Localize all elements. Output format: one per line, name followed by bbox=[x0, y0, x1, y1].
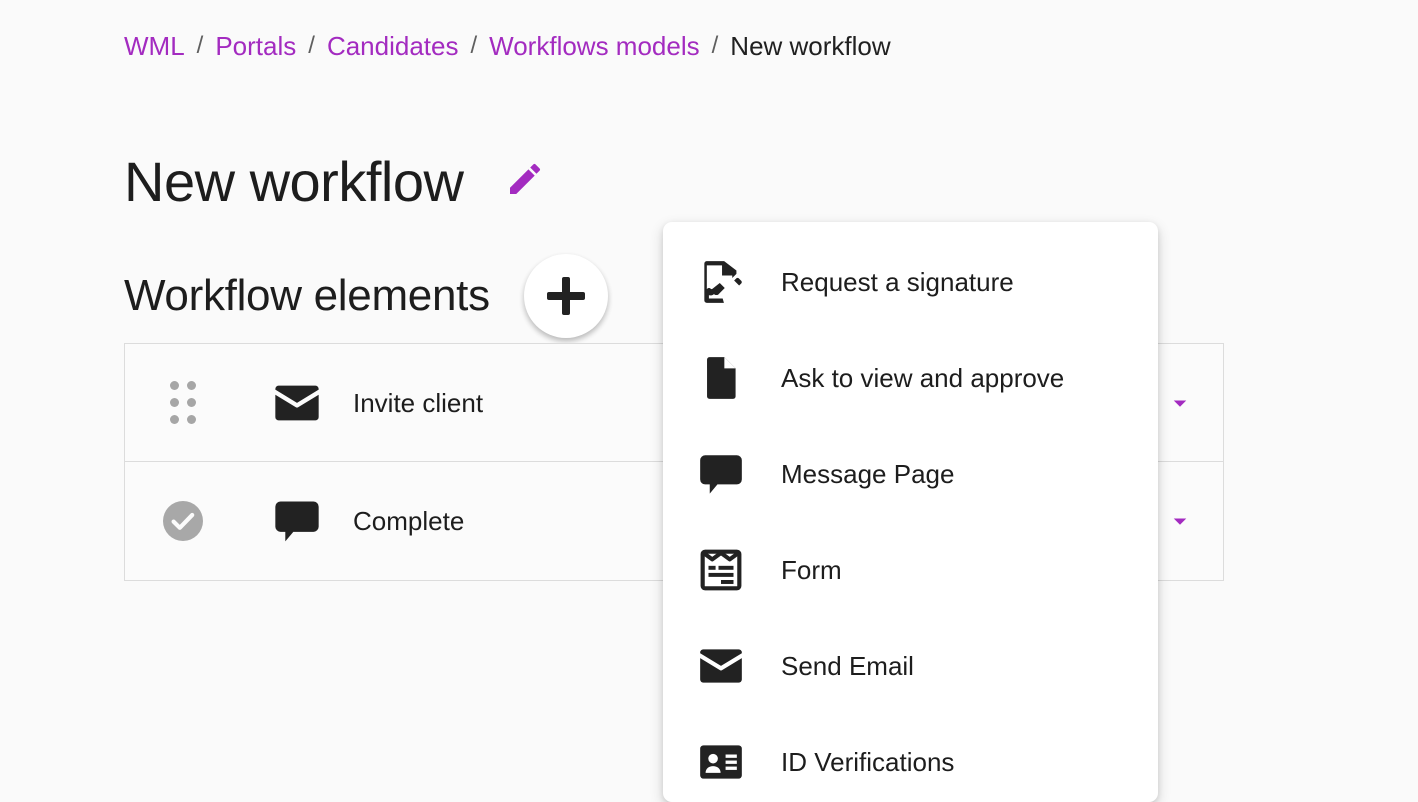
speech-bubble-icon bbox=[693, 449, 749, 499]
purple-action-icon[interactable] bbox=[1165, 388, 1195, 418]
breadcrumb-item-portals[interactable]: Portals bbox=[215, 28, 296, 64]
document-page-icon bbox=[693, 353, 749, 403]
breadcrumb-separator: / bbox=[197, 28, 204, 64]
envelope-icon bbox=[693, 641, 749, 691]
section-header-row: Workflow elements bbox=[124, 230, 608, 361]
menu-item-label: Message Page bbox=[781, 457, 954, 491]
check-circle-icon bbox=[125, 497, 241, 545]
drag-handle-dots bbox=[170, 381, 196, 424]
menu-item-label: Request a signature bbox=[781, 265, 1014, 299]
menu-item-label: Form bbox=[781, 553, 842, 587]
menu-item-id-verifications[interactable]: ID Verifications bbox=[663, 714, 1158, 802]
table-row-label: Complete bbox=[353, 504, 464, 538]
plus-icon bbox=[562, 277, 570, 315]
envelope-icon bbox=[241, 377, 353, 429]
pencil-icon[interactable] bbox=[505, 159, 545, 204]
breadcrumb-separator: / bbox=[470, 28, 477, 64]
menu-item-form[interactable]: Form bbox=[663, 522, 1158, 618]
purple-action-icon[interactable] bbox=[1165, 506, 1195, 536]
app-root: WML / Portals / Candidates / Workflows m… bbox=[0, 0, 1418, 802]
signature-document-icon bbox=[693, 257, 749, 307]
breadcrumb-item-current: New workflow bbox=[730, 28, 890, 64]
breadcrumb-item-wml[interactable]: WML bbox=[124, 28, 185, 64]
add-workflow-element-button[interactable] bbox=[524, 254, 608, 338]
drag-handle-icon[interactable] bbox=[125, 381, 241, 424]
menu-item-message-page[interactable]: Message Page bbox=[663, 426, 1158, 522]
form-icon bbox=[693, 545, 749, 595]
speech-bubble-icon bbox=[241, 495, 353, 547]
table-row-label: Invite client bbox=[353, 386, 483, 420]
breadcrumb-item-workflows-models[interactable]: Workflows models bbox=[489, 28, 699, 64]
menu-item-label: Send Email bbox=[781, 649, 914, 683]
menu-item-label: Ask to view and approve bbox=[781, 361, 1064, 395]
breadcrumb: WML / Portals / Candidates / Workflows m… bbox=[124, 28, 891, 64]
section-title: Workflow elements bbox=[124, 267, 490, 325]
breadcrumb-separator: / bbox=[712, 28, 719, 64]
breadcrumb-item-candidates[interactable]: Candidates bbox=[327, 28, 459, 64]
menu-item-send-email[interactable]: Send Email bbox=[663, 618, 1158, 714]
breadcrumb-separator: / bbox=[308, 28, 315, 64]
menu-item-request-a-signature[interactable]: Request a signature bbox=[663, 234, 1158, 330]
add-element-dropdown-menu: Request a signature Ask to view and appr… bbox=[663, 222, 1158, 802]
page-title: New workflow bbox=[124, 146, 463, 218]
id-card-icon bbox=[693, 737, 749, 787]
menu-item-label: ID Verifications bbox=[781, 745, 954, 779]
menu-item-ask-to-view-and-approve[interactable]: Ask to view and approve bbox=[663, 330, 1158, 426]
